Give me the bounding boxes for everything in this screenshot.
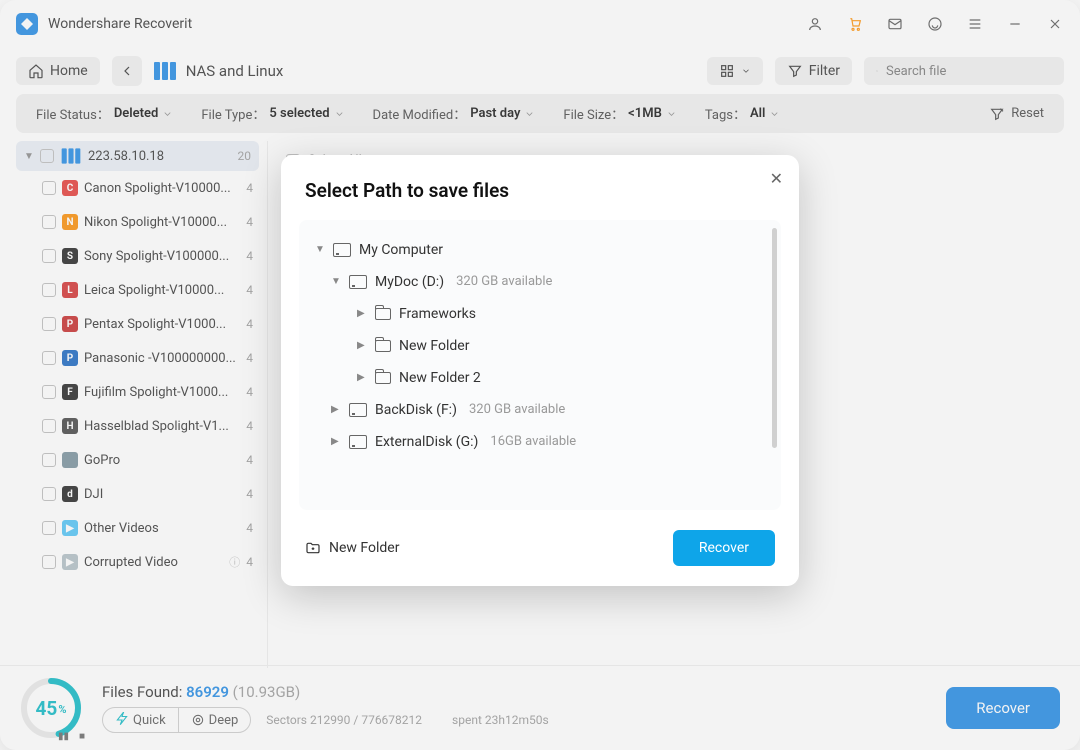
- new-folder-icon: [305, 540, 321, 556]
- modal-close-button[interactable]: ✕: [770, 169, 783, 188]
- scrollbar[interactable]: [772, 228, 777, 448]
- modal-title: Select Path to save files: [281, 155, 799, 220]
- folder-outline-icon: [375, 340, 391, 352]
- tree-folder[interactable]: ▶New Folder 2: [307, 362, 773, 394]
- modal-overlay: ✕ Select Path to save files ▼My Computer…: [0, 0, 1080, 750]
- drive-icon: [349, 435, 367, 449]
- tree-my-computer[interactable]: ▼My Computer: [307, 234, 773, 266]
- drive-icon: [349, 275, 367, 289]
- new-folder-button[interactable]: New Folder: [305, 540, 399, 556]
- tree-drive-g[interactable]: ▶ExternalDisk (G:)16GB available: [307, 426, 773, 458]
- folder-outline-icon: [375, 308, 391, 320]
- tree-drive-f[interactable]: ▶BackDisk (F:)320 GB available: [307, 394, 773, 426]
- modal-recover-button[interactable]: Recover: [673, 530, 775, 566]
- path-tree: ▼My Computer ▼MyDoc (D:)320 GB available…: [299, 220, 781, 510]
- drive-icon: [349, 403, 367, 417]
- computer-icon: [333, 243, 351, 257]
- tree-folder[interactable]: ▶New Folder: [307, 330, 773, 362]
- tree-folder[interactable]: ▶Frameworks: [307, 298, 773, 330]
- folder-outline-icon: [375, 372, 391, 384]
- save-path-modal: ✕ Select Path to save files ▼My Computer…: [281, 155, 799, 586]
- tree-drive-d[interactable]: ▼MyDoc (D:)320 GB available: [307, 266, 773, 298]
